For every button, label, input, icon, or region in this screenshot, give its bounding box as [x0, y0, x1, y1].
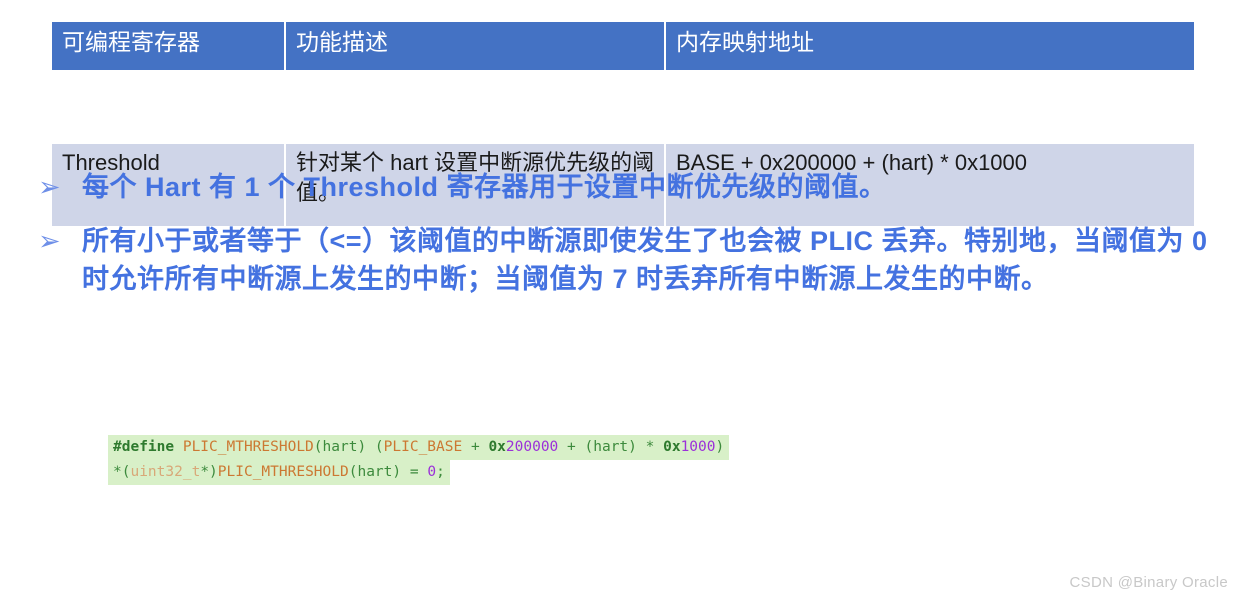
code-token-plus-1: +	[462, 439, 489, 455]
code-token-type-uint32: uint32_t	[130, 464, 201, 480]
code-token-hex-digits-1: 200000	[505, 439, 559, 455]
bullet-text-1: 每个 Hart 有 1 个 Threshold 寄存器用于设置中断优先级的阈值。	[82, 172, 887, 202]
code-token-hex-digits-2: 1000	[680, 439, 716, 455]
code-token-arg-hart: hart	[357, 464, 393, 480]
code-snippet: #define PLIC_MTHRESHOLD(hart) (PLIC_BASE…	[108, 435, 730, 485]
code-token-cast-close: )	[209, 464, 218, 480]
code-token-semicolon: ;	[436, 464, 445, 480]
code-token-paren-close: )	[357, 439, 367, 455]
code-token-macro-call: PLIC_MTHRESHOLD	[217, 464, 349, 480]
table-header-row: 可编程寄存器 功能描述 内存映射地址	[52, 22, 1194, 70]
bullet-text-2: 所有小于或者等于（<=）该阈值的中断源即使发生了也会被 PLIC 丢弃。特别地，…	[82, 226, 1208, 294]
code-token-macro-name: PLIC_MTHRESHOLD	[174, 439, 314, 455]
arrow-bullet-icon: ➢	[38, 226, 61, 256]
code-token-paren2-close: )	[628, 439, 637, 455]
watermark: CSDN @Binary Oracle	[1069, 574, 1228, 591]
code-token-expr-paren-close: )	[715, 439, 725, 455]
arrow-bullet-icon: ➢	[38, 172, 61, 202]
table-header-cell-description: 功能描述	[284, 22, 665, 70]
code-line-2-wrapper: *(uint32_t*)PLIC_MTHRESHOLD(hart) = 0;	[108, 460, 729, 485]
table-header-cell-address: 内存映射地址	[664, 22, 1194, 70]
code-token-deref-open: *(	[113, 464, 131, 480]
bullet-item-2: ➢ 所有小于或者等于（<=）该阈值的中断源即使发生了也会被 PLIC 丢弃。特别…	[30, 222, 1210, 298]
code-token-plus-2: +	[558, 439, 585, 455]
code-token-pointer-star: *	[200, 464, 210, 480]
code-line-2: *(uint32_t*)PLIC_MTHRESHOLD(hart) = 0;	[108, 460, 450, 485]
code-token-value-zero: 0	[427, 464, 437, 480]
code-token-expr-paren-open: (	[366, 439, 384, 455]
code-token-plic-base: PLIC_BASE	[383, 439, 463, 455]
code-line-1: #define PLIC_MTHRESHOLD(hart) (PLIC_BASE…	[108, 435, 730, 460]
code-token-hex-prefix-2: 0x	[663, 439, 681, 455]
code-token-param2-hart: hart	[593, 439, 629, 455]
code-line-1-wrapper: #define PLIC_MTHRESHOLD(hart) (PLIC_BASE…	[108, 435, 730, 460]
table-gap-row	[52, 70, 1194, 144]
code-token-hex-prefix-1: 0x	[488, 439, 506, 455]
code-token-call-paren-close: )	[392, 464, 402, 480]
bullet-item-1: ➢ 每个 Hart 有 1 个 Threshold 寄存器用于设置中断优先级的阈…	[30, 168, 1210, 206]
code-token-param-hart: hart	[322, 439, 358, 455]
table-header: 可编程寄存器 功能描述 内存映射地址	[52, 22, 1194, 70]
code-token-define: #define	[113, 439, 175, 455]
code-token-assign: =	[401, 464, 428, 480]
code-token-paren-open: (	[313, 439, 323, 455]
code-token-multiply: *	[636, 439, 664, 455]
bullet-list: ➢ 每个 Hart 有 1 个 Threshold 寄存器用于设置中断优先级的阈…	[30, 168, 1210, 314]
code-token-paren2-open: (	[584, 439, 594, 455]
table-header-cell-register: 可编程寄存器	[62, 29, 200, 55]
